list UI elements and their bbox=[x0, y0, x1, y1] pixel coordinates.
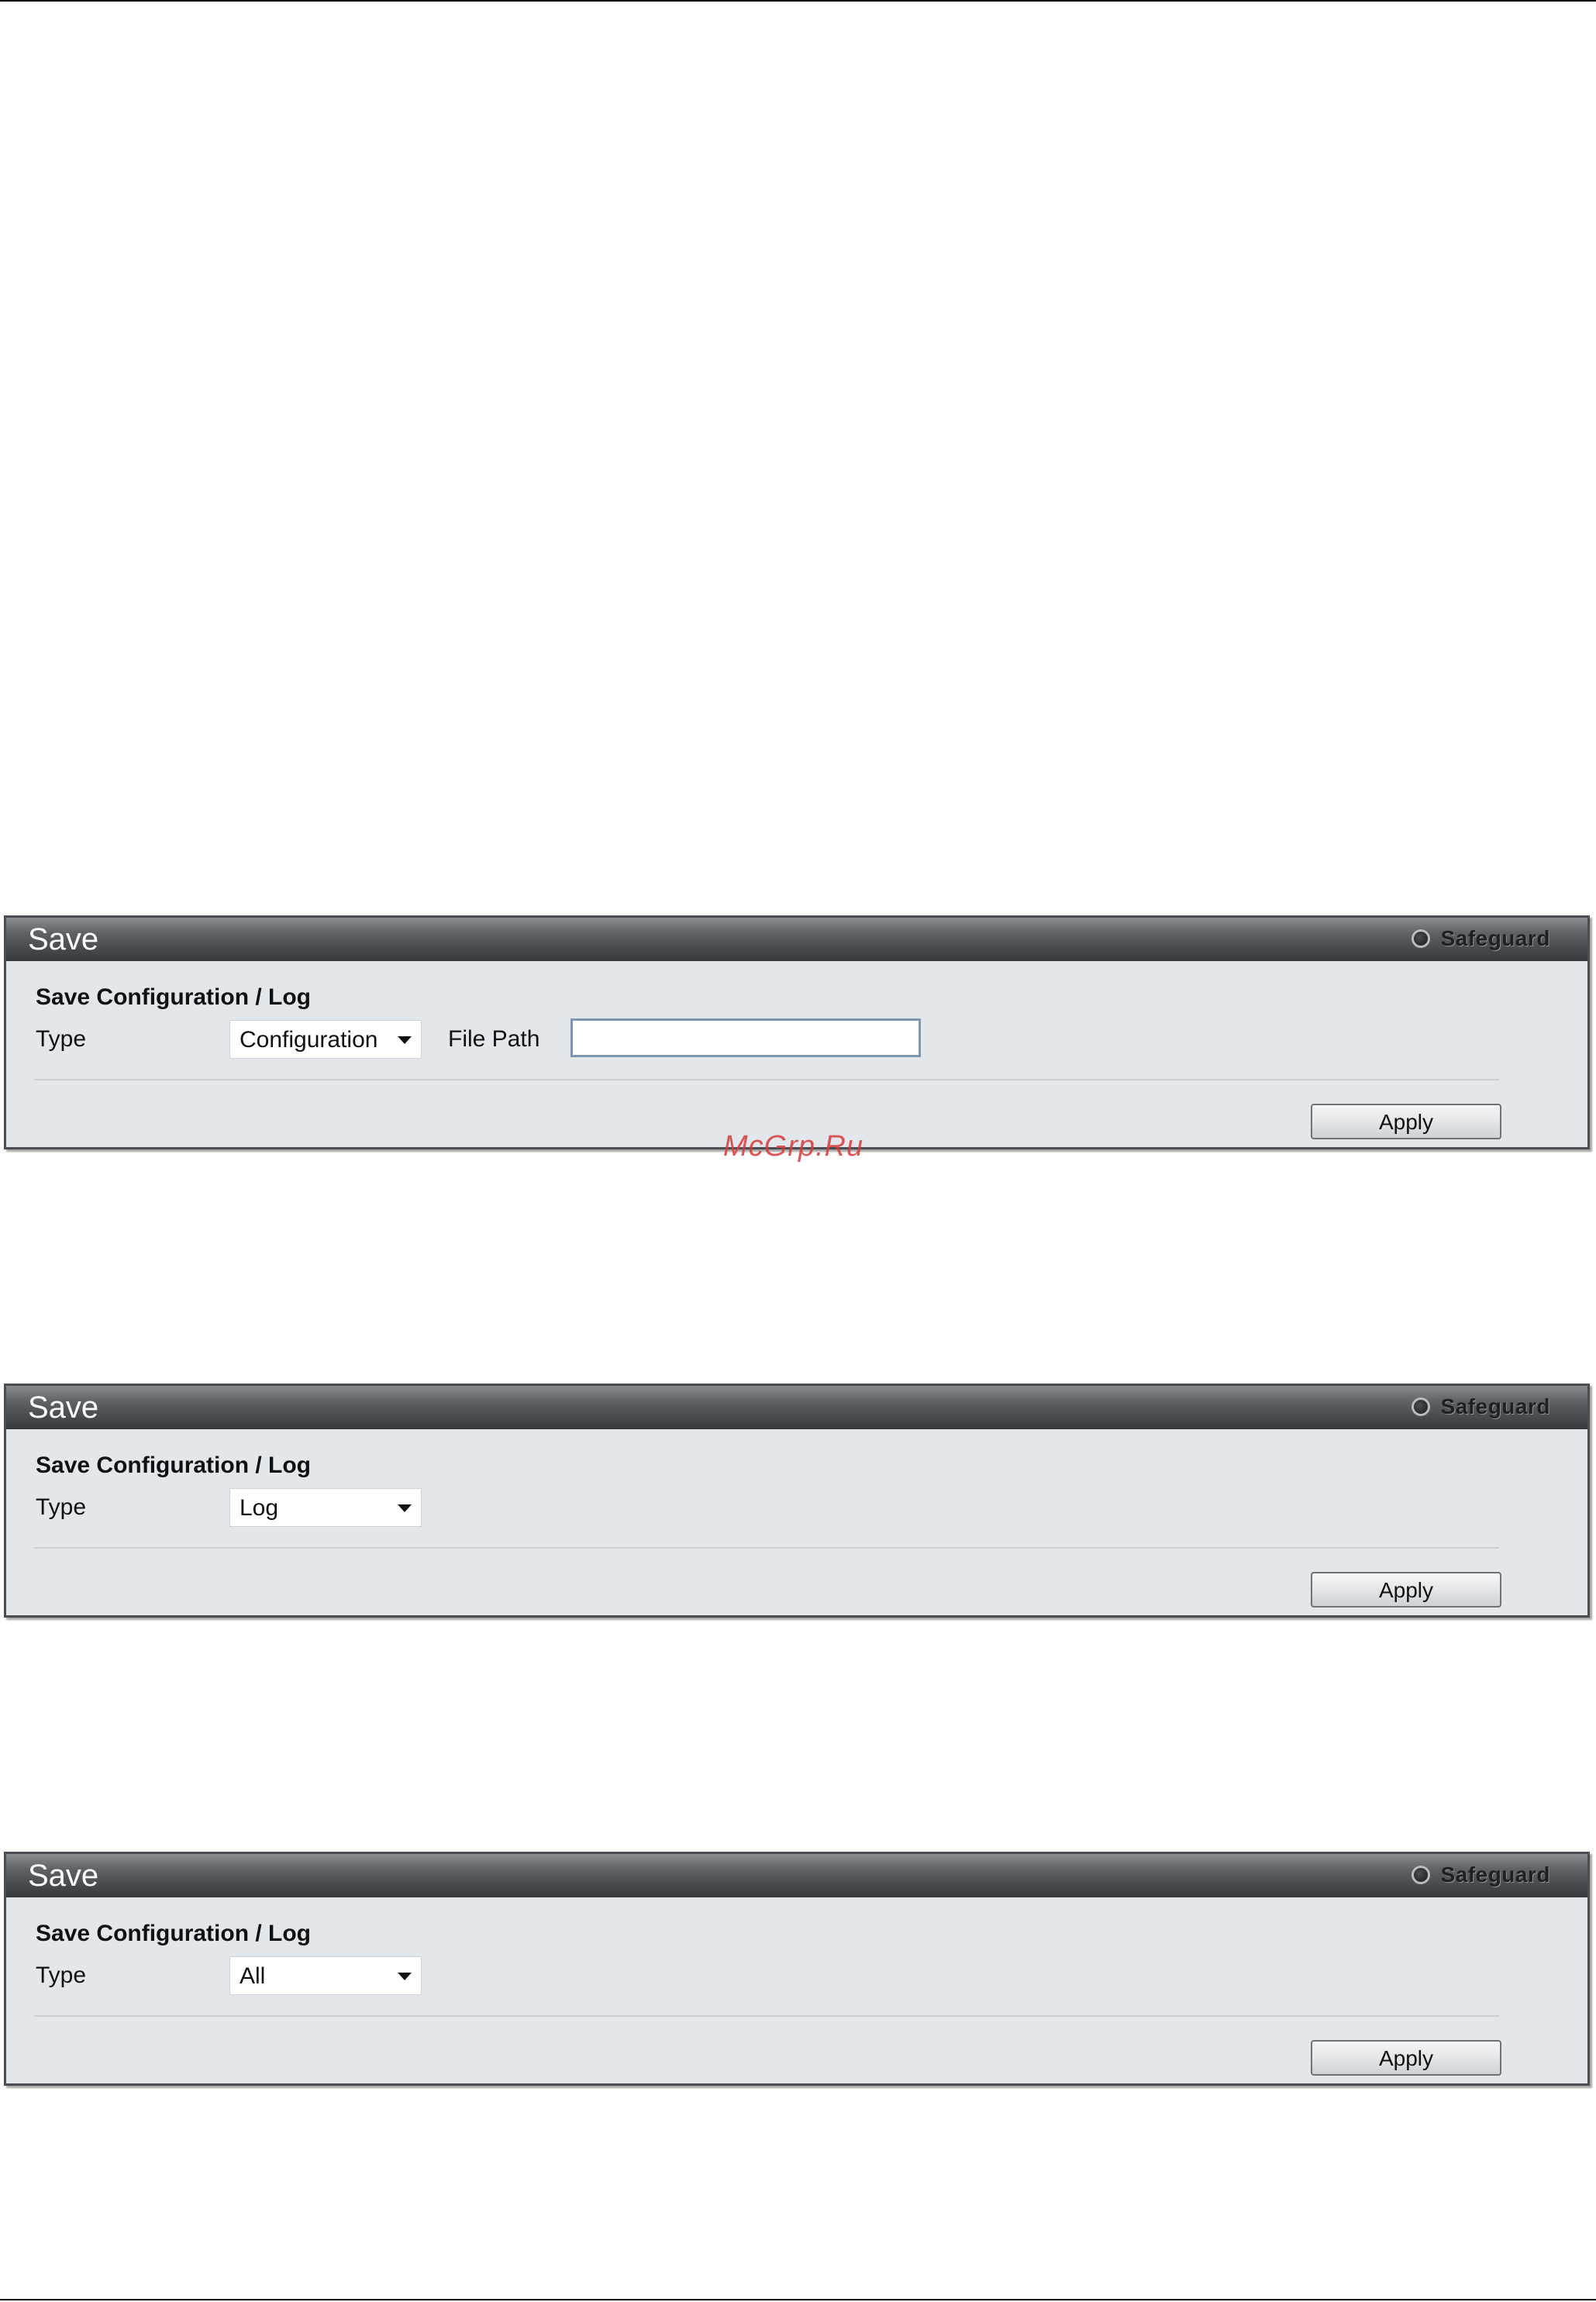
type-label: Type bbox=[36, 1494, 87, 1520]
section-title: Save Configuration / Log bbox=[36, 1453, 312, 1478]
apply-button[interactable]: Apply bbox=[1311, 1572, 1501, 1608]
safeguard-label: Safeguard bbox=[1440, 1394, 1550, 1418]
chevron-down-icon bbox=[398, 1504, 412, 1512]
section-title: Save Configuration / Log bbox=[36, 1921, 312, 1946]
panel-body: Save Configuration / Log Type Log Apply bbox=[6, 1429, 1587, 1615]
type-select[interactable]: All bbox=[229, 1956, 422, 1995]
apply-button[interactable]: Apply bbox=[1311, 1104, 1501, 1139]
panel-header: Save Safeguard bbox=[6, 918, 1587, 961]
save-panel-configuration: Save Safeguard Save Configuration / Log … bbox=[4, 915, 1590, 1149]
safeguard-label: Safeguard bbox=[1440, 926, 1550, 950]
safeguard-indicator-icon bbox=[1411, 929, 1430, 948]
file-path-input[interactable] bbox=[570, 1018, 921, 1057]
panel-header: Save Safeguard bbox=[6, 1386, 1587, 1429]
save-panel-all: Save Safeguard Save Configuration / Log … bbox=[4, 1852, 1590, 2086]
save-panel-log: Save Safeguard Save Configuration / Log … bbox=[4, 1384, 1590, 1618]
safeguard-label: Safeguard bbox=[1440, 1863, 1550, 1887]
type-label: Type bbox=[36, 1026, 87, 1052]
chevron-down-icon bbox=[398, 1973, 412, 1980]
panel-title: Save bbox=[28, 1391, 99, 1425]
safeguard-indicator[interactable]: Safeguard bbox=[1411, 1863, 1550, 1887]
chevron-down-icon bbox=[398, 1036, 412, 1044]
panel-body: Save Configuration / Log Type Configurat… bbox=[6, 961, 1587, 1147]
type-select-value: All bbox=[240, 1963, 266, 1989]
safeguard-indicator-icon bbox=[1411, 1397, 1430, 1416]
page-bottom-rule bbox=[0, 2299, 1596, 2300]
divider bbox=[34, 1079, 1499, 1080]
panel-title: Save bbox=[28, 1859, 99, 1893]
panel-body: Save Configuration / Log Type All Apply bbox=[6, 1897, 1587, 2083]
divider bbox=[34, 1547, 1499, 1549]
type-select[interactable]: Log bbox=[229, 1488, 422, 1527]
divider bbox=[34, 2015, 1499, 2017]
apply-button[interactable]: Apply bbox=[1311, 2040, 1501, 2076]
safeguard-indicator-icon bbox=[1411, 1866, 1430, 1884]
watermark: McGrp.Ru bbox=[723, 1130, 864, 1163]
type-select[interactable]: Configuration bbox=[229, 1020, 422, 1059]
type-select-value: Configuration bbox=[240, 1027, 378, 1053]
panel-title: Save bbox=[28, 922, 99, 956]
panel-header: Save Safeguard bbox=[6, 1854, 1587, 1897]
page-top-rule bbox=[0, 0, 1596, 2]
file-path-label: File Path bbox=[448, 1026, 540, 1052]
type-select-value: Log bbox=[240, 1495, 279, 1521]
type-label: Type bbox=[36, 1963, 87, 1988]
safeguard-indicator[interactable]: Safeguard bbox=[1411, 1394, 1550, 1419]
section-title: Save Configuration / Log bbox=[36, 984, 312, 1010]
safeguard-indicator[interactable]: Safeguard bbox=[1411, 926, 1550, 951]
